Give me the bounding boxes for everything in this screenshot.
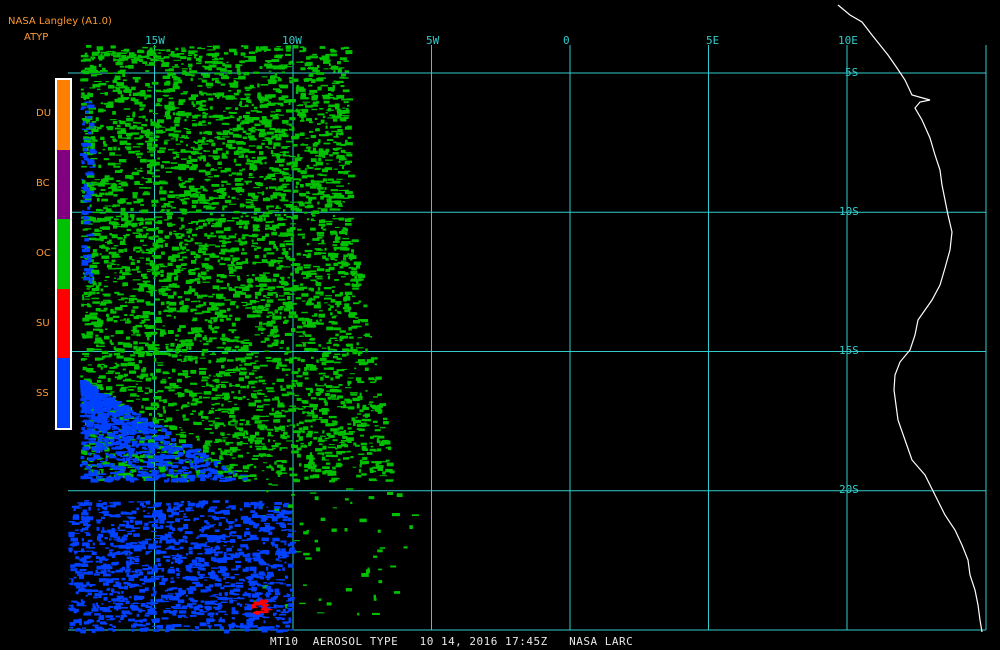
legend-swatch-du [57,80,70,150]
legend-label-du: DU [36,108,52,119]
product-label: ATYP [24,32,49,43]
legend-label-ss: SS [36,388,49,399]
lat-label-20s: 20S [839,483,859,496]
lon-label-5e: 5E [706,34,720,47]
aerosol-ss-pixels [68,500,297,634]
lon-label-10w: 10W [282,34,302,47]
legend-swatch-ss [57,358,70,428]
legend-label-bc: BC [36,178,50,189]
lat-label-15s: 15S [839,344,859,357]
lat-label-5s: 5S [845,66,859,79]
lon-label-0: 0 [563,34,570,47]
lat-label-10s: 10S [839,205,859,218]
aerosol-retrieval-pixels [68,45,420,634]
legend-swatch-bc [57,149,70,220]
africa-coastline [837,4,983,633]
map-caption: MT10 AEROSOL TYPE 10 14, 2016 17:45Z NAS… [270,635,634,648]
lon-label-5w: 5W [426,34,440,47]
lon-label-15w: 15W [145,34,165,47]
legend-label-su: SU [36,318,50,329]
satellite-map [68,4,987,634]
lon-label-10e: 10E [838,34,858,47]
legend-label-oc: OC [36,248,51,259]
aerosol-type-legend-bar [55,78,72,430]
source-label: NASA Langley (A1.0) [8,16,112,27]
legend-swatch-su [57,288,70,359]
legend-swatch-oc [57,219,70,289]
